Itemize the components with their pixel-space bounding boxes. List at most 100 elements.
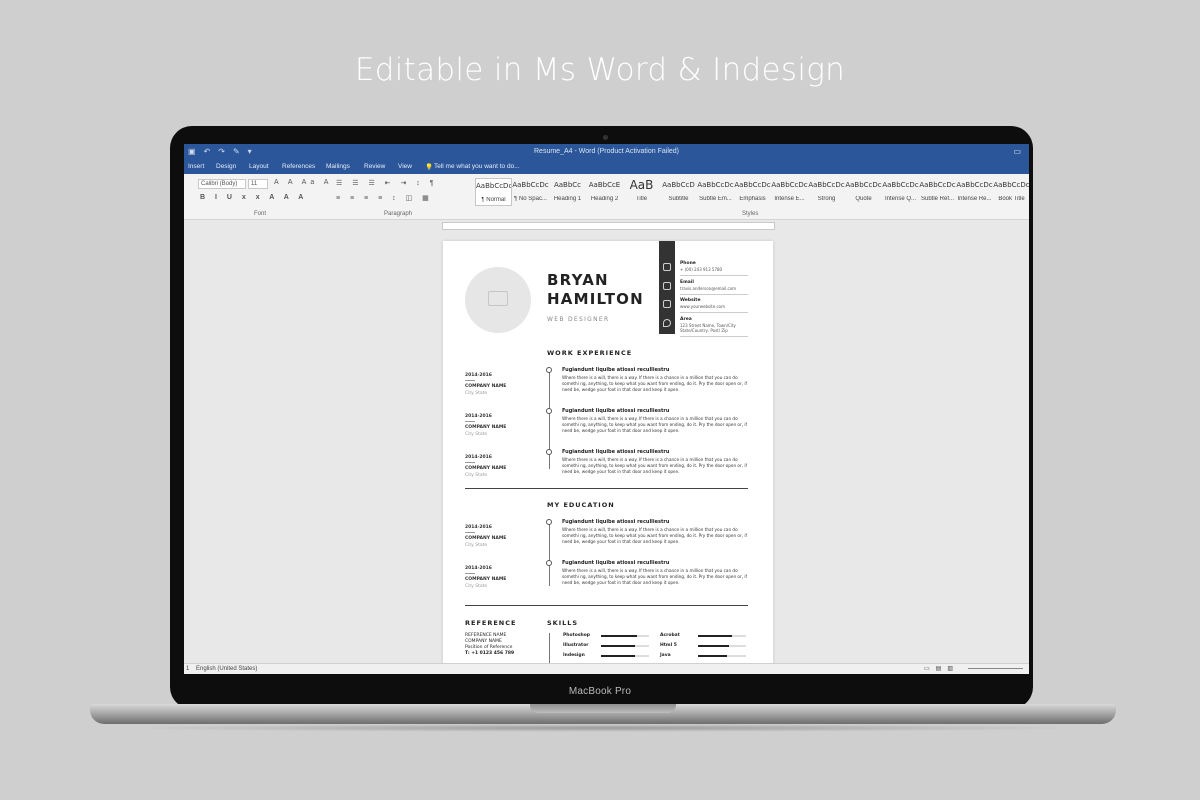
style-sample: AaBbCcDc	[956, 181, 993, 189]
view-buttons[interactable]: ▭▤▥	[924, 665, 959, 672]
reference-block: REFERENCE NAME COMPANY NAME Position of …	[465, 633, 514, 657]
skill-bar-fill	[601, 655, 635, 657]
style-item[interactable]: AaBbCcDc Intense E...	[771, 178, 808, 206]
laptop-notch	[530, 704, 676, 713]
skill-bar	[698, 645, 746, 647]
tab-review[interactable]: Review	[364, 163, 385, 170]
entry-date: 2014-2016	[465, 455, 492, 460]
style-sample: AaBbCc	[553, 181, 582, 189]
ribbon-tabs: Insert Design Layout References Mailings…	[184, 161, 1029, 174]
skill-bar	[698, 635, 746, 637]
entry-company: COMPANY NAME	[465, 425, 507, 430]
entry-description: Where there is a will, there is a way. I…	[562, 457, 748, 474]
reference-phone: T: +1 0123 456 789	[465, 651, 515, 656]
entry-divider	[465, 573, 475, 574]
reference-title: REFERENCE	[465, 619, 517, 627]
style-item[interactable]: AaB Title	[623, 178, 660, 206]
status-language[interactable]: English (United States)	[196, 666, 257, 672]
style-item[interactable]: AaBbCcDc ¶ No Spac...	[512, 178, 549, 206]
tab-view[interactable]: View	[398, 163, 412, 170]
contact-label: Phone	[680, 261, 696, 266]
section-separator	[465, 488, 748, 489]
style-item[interactable]: AaBbCc Heading 1	[549, 178, 586, 206]
skill-bar	[601, 645, 649, 647]
ribbon: Calibri (Body) 11 A A Aa A B I U x x A A…	[184, 174, 1029, 220]
style-name: Intense Q...	[884, 196, 917, 202]
tab-layout[interactable]: Layout	[249, 163, 269, 170]
style-name: Title	[635, 196, 648, 202]
skill-name: Java	[660, 653, 671, 658]
entry-date: 2014-2016	[465, 525, 492, 530]
word-title-bar: ▣ ↶ ↷ ✎ ▾ Resume_A4 - Word (Product Acti…	[184, 144, 1029, 161]
style-item[interactable]: AaBbCcDc Subtle Ref...	[919, 178, 956, 206]
timeline-dot	[546, 560, 552, 566]
style-item[interactable]: AaBbCcDc Quote	[845, 178, 882, 206]
entry-divider	[465, 462, 475, 463]
style-item[interactable]: AaBbCcDc ¶ Normal	[475, 178, 512, 206]
font-size-select[interactable]: 11	[248, 179, 268, 189]
ribbon-display-icon[interactable]: ▭	[1013, 147, 1021, 156]
font-format-row[interactable]: B I U x x A A A	[200, 194, 307, 201]
tab-mailings[interactable]: Mailings	[326, 163, 350, 170]
style-item[interactable]: AaBbCcDc Strong	[808, 178, 845, 206]
entry-title: Fugiandunt liquibe atiossi reculliestru	[562, 367, 670, 373]
style-item[interactable]: AaBbCcD Subtitle	[660, 178, 697, 206]
style-item[interactable]: AaBbCcDc Subtle Em...	[697, 178, 734, 206]
style-sample: AaBbCcDc	[476, 182, 511, 190]
tab-design[interactable]: Design	[216, 163, 236, 170]
entry-divider	[465, 380, 475, 381]
style-item[interactable]: AaBbCcDc Book Title	[993, 178, 1029, 206]
skill-name: Indesign	[563, 653, 585, 658]
style-name: Heading 1	[553, 196, 582, 202]
paragraph-align-row[interactable]: ≡ ≡ ≡ ≡ ↕ ◫ ▦	[336, 194, 433, 202]
tell-me-box[interactable]: Tell me what you want to do...	[434, 163, 520, 170]
style-item[interactable]: AaBbCcDc Intense Re...	[956, 178, 993, 206]
entry-company: COMPANY NAME	[465, 577, 507, 582]
style-name: Quote	[855, 196, 872, 202]
document-page[interactable]: BRYAN HAMILTON WEB DESIGNER Phone + (00) …	[443, 241, 773, 671]
timeline-dot	[546, 519, 552, 525]
job-title: WEB DESIGNER	[547, 316, 610, 323]
entry-divider	[465, 532, 475, 533]
entry-location: City State	[465, 432, 488, 437]
education-timeline	[549, 521, 550, 586]
style-name: ¶ Normal	[481, 197, 506, 203]
contact-item: Phone + (00) 243 913 5780	[680, 261, 748, 276]
tab-insert[interactable]: Insert	[188, 163, 204, 170]
entry-date: 2014-2016	[465, 414, 492, 419]
entry-description: Where there is a will, there is a way. I…	[562, 568, 748, 585]
entry-title: Fugiandunt liquibe atiossi reculliestru	[562, 449, 670, 455]
style-name: ¶ No Spac...	[514, 196, 547, 202]
entry-description: Where there is a will, there is a way. I…	[562, 375, 748, 392]
horizontal-ruler[interactable]	[442, 222, 775, 230]
styles-gallery: AaBbCcDc ¶ Normal AaBbCcDc ¶ No Spac... AaBb…	[475, 178, 1029, 206]
style-name: Intense E...	[774, 196, 805, 202]
style-item[interactable]: AaBbCcDc Emphasis	[734, 178, 771, 206]
contact-label: Email	[680, 280, 694, 285]
font-size-controls[interactable]: A A Aa A	[274, 179, 332, 186]
entry-company: COMPANY NAME	[465, 466, 507, 471]
style-sample: AaBbCcDc	[734, 181, 771, 189]
zoom-slider[interactable]	[968, 668, 1023, 669]
entry-location: City State	[465, 584, 488, 589]
style-item[interactable]: AaBbCcE Heading 2	[586, 178, 623, 206]
phone-icon	[663, 263, 671, 271]
style-item[interactable]: AaBbCcDc Intense Q...	[882, 178, 919, 206]
style-sample: AaBbCcDc	[993, 181, 1029, 189]
entry-location: City State	[465, 543, 488, 548]
font-group-label: Font	[254, 211, 267, 217]
skill-bar-fill	[601, 635, 637, 637]
entry-title: Fugiandunt liquibe atiossi reculliestru	[562, 560, 670, 566]
style-name: Intense Re...	[957, 196, 992, 202]
laptop-screen: ▣ ↶ ↷ ✎ ▾ Resume_A4 - Word (Product Acti…	[184, 144, 1029, 674]
contact-item: Area 123 Street Name, Town/City State/Cou…	[680, 317, 748, 337]
work-experience-title: WORK EXPERIENCE	[547, 349, 633, 357]
style-sample: AaBbCcDc	[771, 181, 808, 189]
timeline-dot	[546, 449, 552, 455]
image-icon	[488, 291, 508, 306]
paragraph-list-row[interactable]: ☰ ☰ ☰ ⇤ ⇥ ↕ ¶	[336, 179, 438, 187]
entry-date: 2014-2016	[465, 373, 492, 378]
tab-references[interactable]: References	[282, 163, 315, 170]
style-name: Emphasis	[739, 196, 766, 202]
font-name-select[interactable]: Calibri (Body)	[198, 179, 246, 189]
